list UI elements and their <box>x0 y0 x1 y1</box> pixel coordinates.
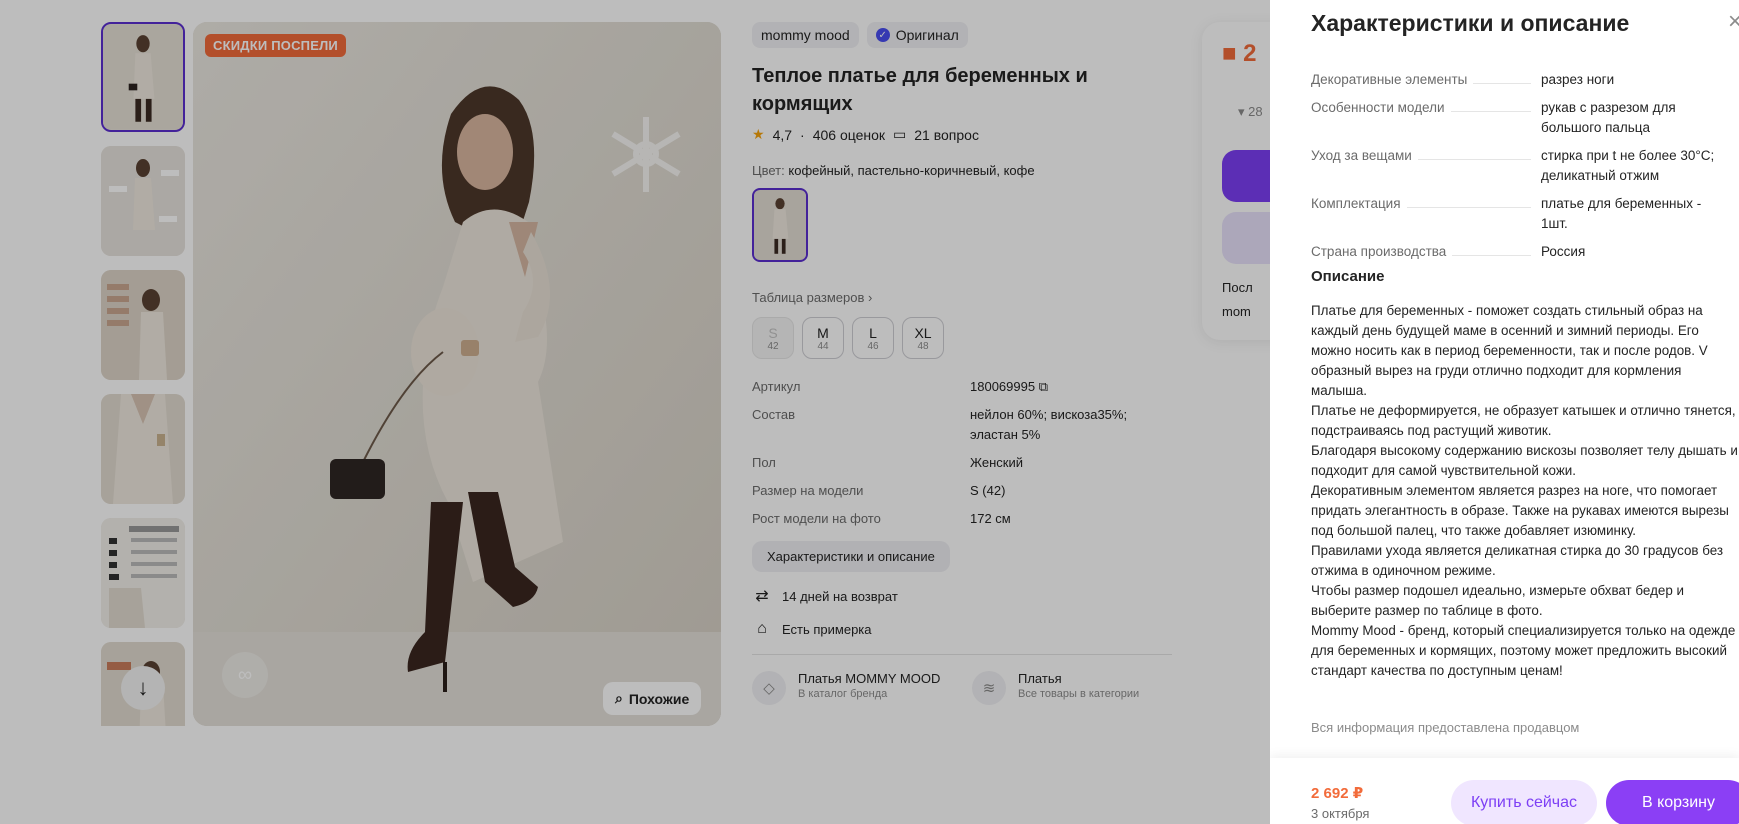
panel-spec-value: платье для беременных - 1шт. <box>1541 196 1702 231</box>
panel-spec-key: Особенности модели <box>1311 98 1541 138</box>
close-icon[interactable]: × <box>1728 8 1739 36</box>
panel-title: Характеристики и описание <box>1311 10 1630 36</box>
panel-spec-list: Декоративные элементы разрез ноги Особенн… <box>1311 70 1731 270</box>
panel-spec-row: Комплектация платье для беременных - 1шт. <box>1311 194 1731 234</box>
panel-spec-key: Комплектация <box>1311 194 1541 234</box>
delivery-date: 3 октября <box>1311 806 1370 821</box>
buy-now-button[interactable]: Купить сейчас <box>1451 780 1597 824</box>
specs-panel: Характеристики и описание × Декоративные… <box>1270 0 1739 824</box>
panel-spec-row: Особенности модели рукав с разрезом для б… <box>1311 98 1731 138</box>
panel-spec-row: Декоративные элементы разрез ноги <box>1311 70 1731 90</box>
panel-bottom-bar: 2 692 ₽ 3 октября Купить сейчас В корзин… <box>1270 758 1739 824</box>
panel-spec-key-text: Особенности модели <box>1311 100 1451 115</box>
panel-spec-key-text: Комплектация <box>1311 196 1407 211</box>
panel-spec-value: стирка при t не более 30°С; деликатный о… <box>1541 148 1715 183</box>
panel-spec-key-text: Декоративные элементы <box>1311 72 1474 87</box>
panel-spec-key-text: Страна производства <box>1311 244 1453 259</box>
panel-spec-key: Уход за вещами <box>1311 146 1541 186</box>
panel-spec-key: Декоративные элементы <box>1311 70 1541 90</box>
panel-spec-row: Страна производства Россия <box>1311 242 1731 262</box>
panel-price: 2 692 ₽ <box>1311 785 1364 802</box>
panel-spec-value: рукав с разрезом для большого пальца <box>1541 100 1676 135</box>
description-text: Платье для беременных - поможет создать … <box>1311 303 1738 678</box>
panel-spec-row: Уход за вещами стирка при t не более 30°С… <box>1311 146 1731 186</box>
panel-spec-key-text: Уход за вещами <box>1311 148 1418 163</box>
panel-spec-key: Страна производства <box>1311 242 1541 262</box>
add-to-cart-button[interactable]: В корзину <box>1606 780 1739 824</box>
panel-spec-value: разрез ноги <box>1541 72 1615 87</box>
seller-note: Вся информация предоставлена продавцом <box>1311 720 1580 735</box>
description-title: Описание <box>1311 268 1385 285</box>
panel-spec-value: Россия <box>1541 244 1586 259</box>
